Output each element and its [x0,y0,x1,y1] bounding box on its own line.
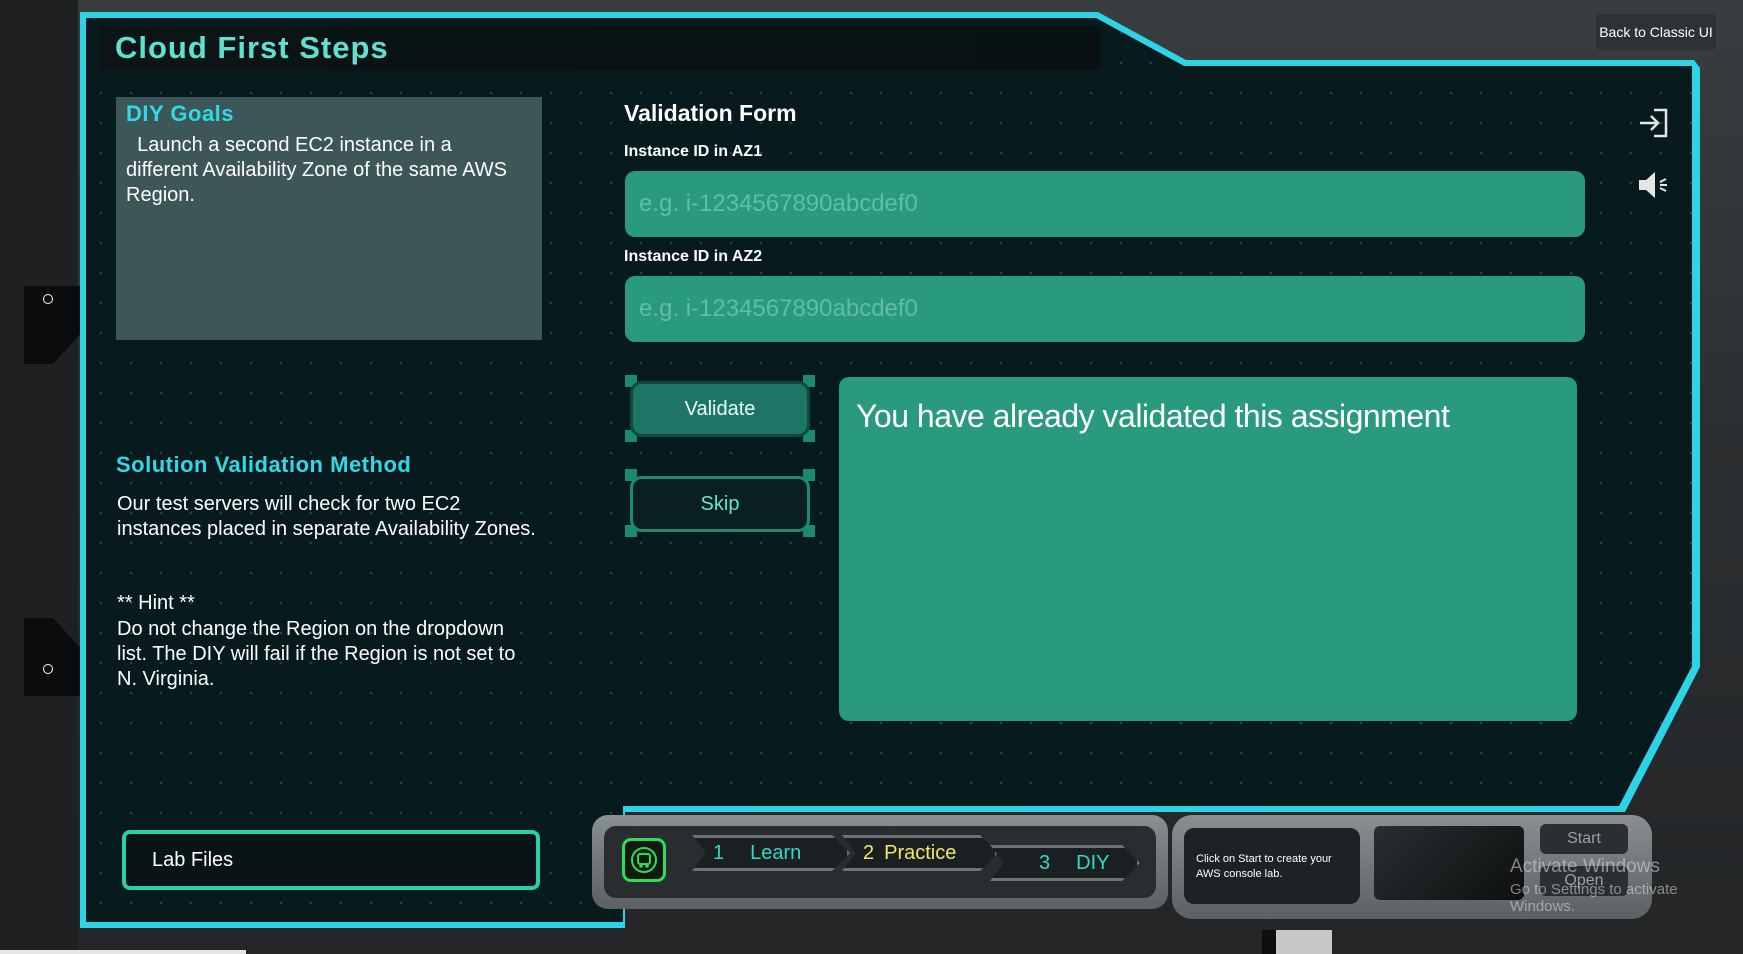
step-practice[interactable]: 2 Practice [842,835,998,871]
step-number: 2 [863,841,875,864]
step-label: Learn [750,841,802,864]
solution-validation-heading: Solution Validation Method [116,452,412,477]
taskbar-block [1262,930,1276,954]
step-label: Practice [884,841,957,864]
hint-text: Do not change the Region on the dropdown… [117,618,516,690]
windows-watermark-title: Activate Windows [1510,856,1660,877]
az2-instance-input[interactable] [625,276,1585,342]
bracket-rivet [43,294,53,304]
robot-icon[interactable] [622,838,666,882]
taskbar-strip [0,950,246,954]
hint-heading: ** Hint ** [117,592,195,614]
diy-goals-text-content: Launch a second EC2 instance in a differ… [126,134,507,206]
validate-button[interactable]: Validate [630,381,810,437]
skip-button[interactable]: Skip [630,476,810,532]
lab-info-text: Click on Start to create your AWS consol… [1184,828,1360,904]
page-title: Cloud First Steps [115,30,389,65]
windows-watermark-subtitle: Go to Settings to activate Windows. [1510,881,1678,915]
exit-icon[interactable] [1636,106,1670,140]
validation-message: You have already validated this assignme… [856,398,1450,434]
start-button[interactable]: Start [1540,824,1628,854]
lab-preview-screen [1374,826,1524,900]
solution-validation-text: Our test servers will check for two EC2 … [117,493,536,540]
diy-goals-heading: DIY Goals [126,101,235,126]
back-to-classic-ui-button[interactable]: Back to Classic UI [1596,14,1716,50]
diy-goals-text: Launch a second EC2 instance in a differ… [126,133,526,208]
az2-label: Instance ID in AZ2 [624,248,763,265]
validation-form-title: Validation Form [624,100,797,126]
left-rail [0,0,78,954]
step-number: 1 [713,841,725,864]
step-learn[interactable]: 1 Learn [692,835,850,871]
step-number: 3 [1039,851,1051,874]
step-label: DIY [1076,851,1110,874]
az1-label: Instance ID in AZ1 [624,143,763,160]
az1-instance-input[interactable] [625,171,1585,237]
speaker-icon[interactable] [1636,168,1670,202]
taskbar-block [1276,930,1332,954]
lab-files-button[interactable]: Lab Files [122,830,540,890]
bracket-rivet [43,664,53,674]
step-diy[interactable]: 3 DIY [990,845,1140,881]
